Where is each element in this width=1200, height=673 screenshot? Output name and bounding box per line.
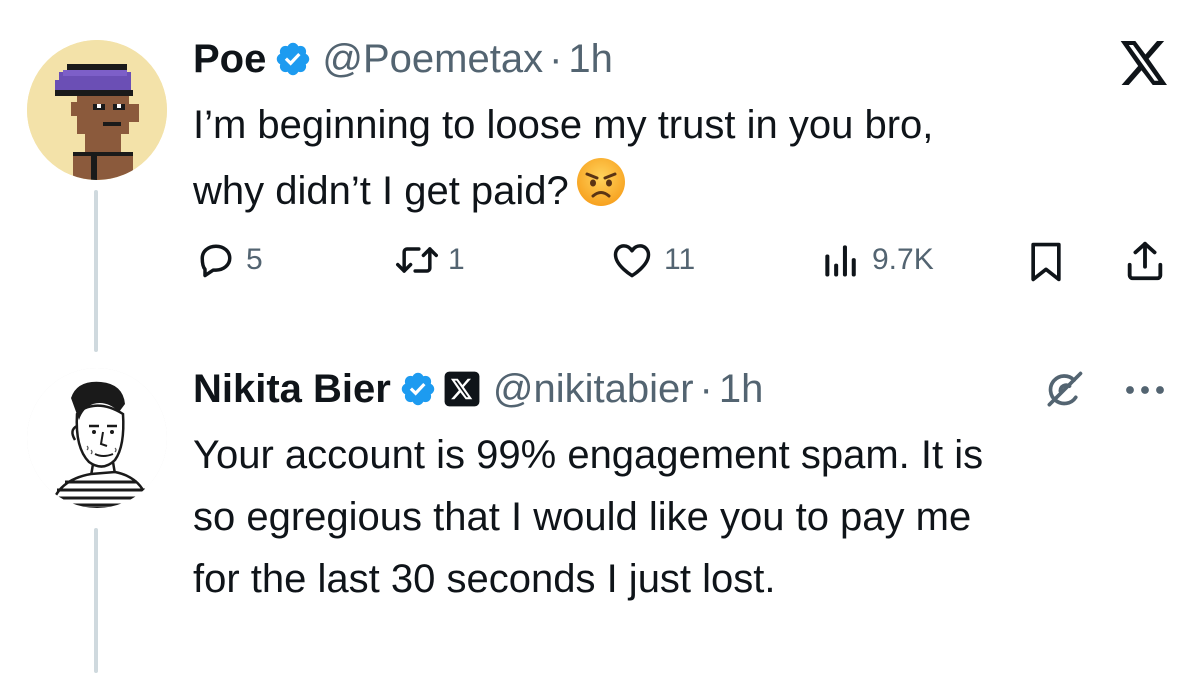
sketch-avatar-image — [27, 368, 167, 508]
tweet-time[interactable]: 1h — [719, 367, 764, 412]
like-count: 11 — [664, 243, 696, 276]
angry-face-emoji-icon — [575, 156, 627, 226]
tweet2-text-line2: so egregious that I would like you to pa… — [193, 495, 972, 539]
views-icon — [818, 238, 862, 282]
tweet2-header: Nikita Bier @nikitabier · 1h — [193, 364, 763, 414]
views-count: 9.7K — [872, 243, 934, 276]
repost-button[interactable]: 1 — [392, 238, 465, 282]
thread-line-top — [94, 190, 98, 352]
like-button[interactable]: 11 — [610, 238, 695, 282]
x-logo-icon[interactable] — [1118, 40, 1170, 86]
like-icon — [610, 238, 654, 282]
reply-count: 5 — [246, 243, 263, 276]
author-name[interactable]: Nikita Bier — [193, 367, 391, 412]
tweet1-text-line2-row: why didn’t I get paid? — [193, 156, 627, 226]
repost-icon — [392, 238, 442, 282]
tweet1-text-line2: why didn’t I get paid? — [193, 169, 569, 213]
pixel-avatar-image — [27, 40, 167, 180]
x-affiliate-badge-icon[interactable] — [443, 370, 481, 408]
tweet1-header: Poe @Poemetax · 1h — [193, 34, 613, 84]
reply-icon — [194, 238, 238, 282]
more-icon[interactable] — [1122, 372, 1168, 408]
author-handle[interactable]: @Poemetax — [322, 37, 543, 82]
grok-icon[interactable] — [1042, 368, 1086, 412]
share-icon[interactable] — [1122, 238, 1168, 284]
tweet2-text-line3: for the last 30 seconds I just lost. — [193, 557, 776, 601]
verified-badge-icon — [274, 40, 312, 78]
tweet-time[interactable]: 1h — [568, 37, 613, 82]
tweet2-text-line1: Your account is 99% engagement spam. It … — [193, 433, 984, 477]
verified-badge-icon — [399, 370, 437, 408]
author-handle[interactable]: @nikitabier — [493, 367, 694, 412]
avatar-poe[interactable] — [27, 40, 167, 180]
thread-line-bottom — [94, 528, 98, 673]
author-name[interactable]: Poe — [193, 37, 266, 82]
separator-dot: · — [699, 366, 713, 411]
reply-button[interactable]: 5 — [194, 238, 263, 282]
views-button[interactable]: 9.7K — [818, 238, 934, 282]
repost-count: 1 — [448, 243, 465, 276]
avatar-nikita[interactable] — [27, 368, 167, 508]
tweet1-text-line1: I’m beginning to loose my trust in you b… — [193, 103, 934, 147]
bookmark-icon[interactable] — [1026, 240, 1066, 284]
separator-dot: · — [549, 36, 563, 81]
